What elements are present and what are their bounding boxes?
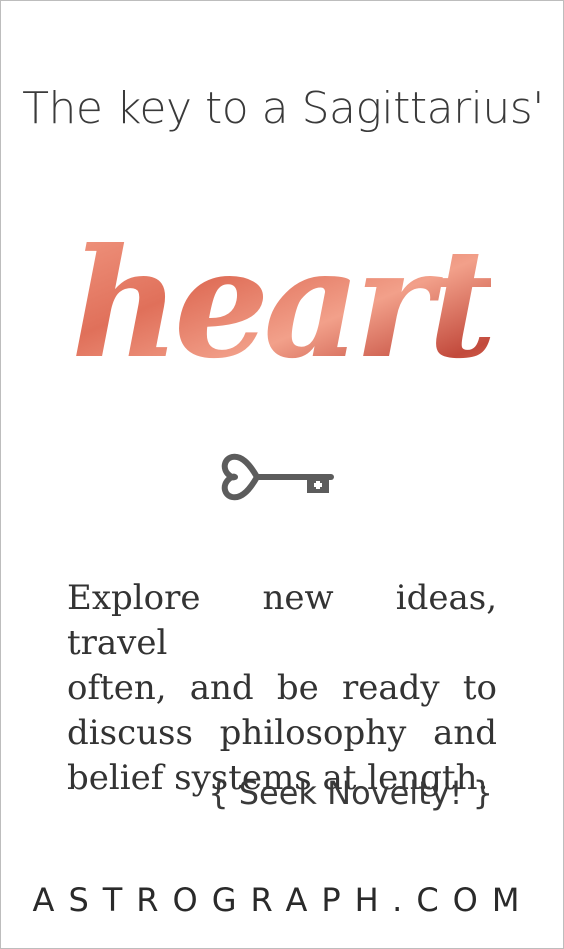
site-url: ASTROGRAPH.COM bbox=[32, 881, 534, 919]
tagline: { Seek Novelty! } bbox=[208, 774, 493, 812]
heart-word: heart bbox=[71, 216, 491, 392]
body-line: often, and be ready to bbox=[67, 668, 497, 708]
body-line: discuss philosophy and bbox=[67, 713, 497, 753]
heart-word-text: heart bbox=[71, 216, 491, 392]
key-icon bbox=[221, 453, 334, 501]
headline: The key to a Sagittarius' bbox=[22, 83, 544, 134]
astrograph-card: The key to a Sagittarius' heart Explore … bbox=[0, 0, 564, 949]
body-copy: Explore new ideas, travel often, and be … bbox=[67, 576, 497, 801]
body-line: Explore new ideas, travel bbox=[67, 578, 497, 663]
